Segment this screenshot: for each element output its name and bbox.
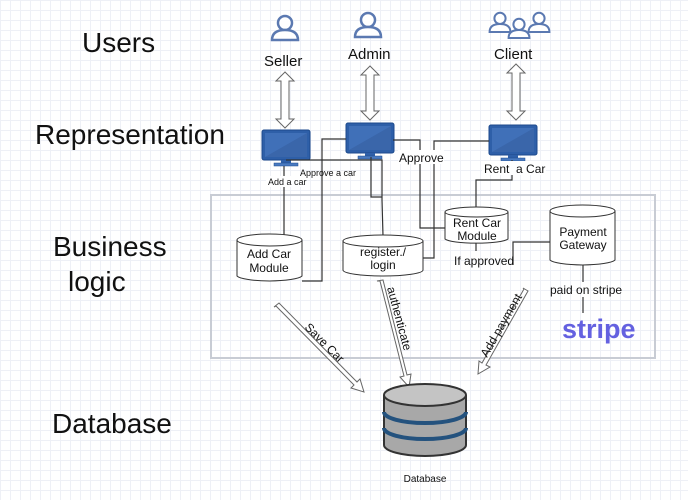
layer-business-line2: logic bbox=[68, 266, 126, 297]
seller-label: Seller bbox=[264, 53, 302, 70]
seller-icon bbox=[270, 14, 300, 42]
svg-text:Gateway: Gateway bbox=[559, 238, 606, 252]
layer-representation: Representation bbox=[35, 119, 225, 150]
svg-text:Add Car: Add Car bbox=[247, 247, 291, 261]
edge-add-payment: Add payment bbox=[477, 291, 525, 360]
client-group-icon bbox=[488, 11, 551, 40]
edge-add-a-car: Add a car bbox=[268, 177, 307, 187]
database-label: Database bbox=[404, 474, 447, 485]
payment-gateway: Payment Gateway bbox=[549, 204, 616, 266]
edge-paid-on-stripe: paid on stripe bbox=[550, 283, 622, 297]
rent-car-module: Rent Car Module bbox=[444, 206, 509, 244]
svg-text:Module: Module bbox=[249, 261, 289, 275]
svg-text:Rent Car: Rent Car bbox=[453, 216, 501, 230]
layer-database: Database bbox=[52, 408, 172, 439]
edge-approve: Approve bbox=[399, 151, 444, 165]
admin-monitor-icon bbox=[345, 122, 395, 160]
svg-text:login: login bbox=[370, 258, 395, 272]
admin-label: Admin bbox=[348, 46, 391, 63]
register-login-module: register./ login bbox=[342, 234, 424, 277]
client-monitor-icon bbox=[488, 124, 538, 162]
layer-users: Users bbox=[82, 27, 155, 58]
add-car-module: Add Car Module bbox=[236, 233, 303, 282]
bidirectional-arrows bbox=[274, 63, 527, 129]
svg-text:register./: register./ bbox=[360, 245, 407, 259]
database-icon bbox=[382, 383, 468, 457]
admin-icon bbox=[353, 11, 383, 39]
edge-authenticate: authenticate bbox=[384, 285, 415, 352]
svg-text:Module: Module bbox=[457, 229, 497, 243]
architecture-diagram: Users Representation Business logic Data… bbox=[0, 0, 688, 500]
client-label: Client bbox=[494, 46, 533, 63]
stripe-logo: stripe bbox=[562, 314, 636, 344]
layer-business-line1: Business bbox=[53, 231, 167, 262]
edge-approve-a-car: Approve a car bbox=[300, 168, 356, 178]
edge-if-approved: If approved bbox=[454, 254, 514, 268]
edge-rent-a-car: Rent a Car bbox=[484, 162, 545, 176]
svg-text:Payment: Payment bbox=[559, 225, 607, 239]
